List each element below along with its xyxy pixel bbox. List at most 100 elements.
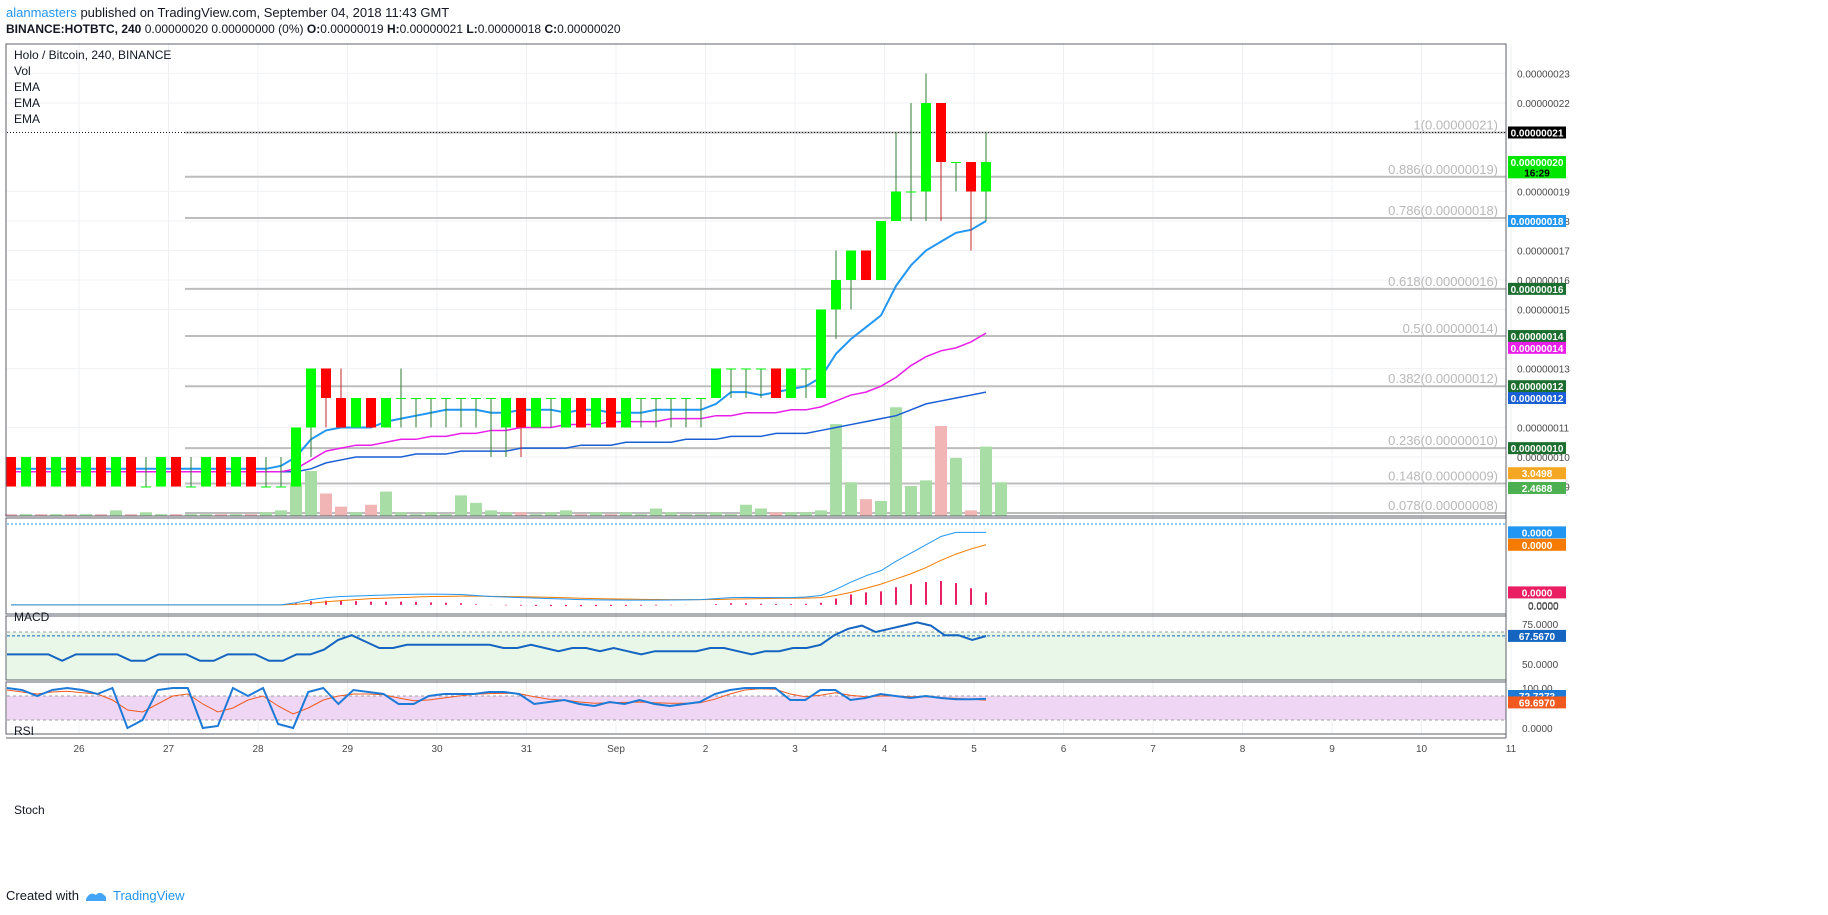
- volume-bar: [140, 512, 152, 516]
- candle-body: [741, 368, 751, 370]
- time-tick-label: 27: [163, 744, 175, 755]
- candle-body: [396, 398, 406, 399]
- candle-body: [216, 457, 226, 487]
- price-tag: 0.00000012: [1511, 382, 1564, 393]
- price-tag: 2.4688: [1522, 484, 1553, 495]
- candle-body: [126, 457, 136, 487]
- volume-bar: [335, 506, 347, 516]
- close-label: C:: [544, 22, 558, 36]
- candle-body: [621, 398, 631, 428]
- volume-bar: [320, 493, 332, 516]
- time-tick-label: 29: [342, 744, 354, 755]
- price-tag: 3.0498: [1522, 469, 1553, 480]
- time-tick-label: 28: [252, 744, 264, 755]
- volume-bar: [620, 512, 632, 516]
- candle-body: [651, 398, 661, 399]
- time-tick-label: 6: [1061, 744, 1067, 755]
- fib-label-3: 0.618(0.00000016): [1388, 274, 1498, 289]
- candle-body: [726, 368, 736, 370]
- low-label: L:: [466, 22, 478, 36]
- price-tag: 0.00000021: [1511, 129, 1564, 140]
- volume-bar: [500, 512, 512, 516]
- rsi-tick-label: 75.0000: [1522, 620, 1559, 631]
- time-tick-label: 26: [73, 744, 85, 755]
- volume-bar: [275, 510, 287, 516]
- volume-bar: [365, 504, 377, 516]
- symbol-label: BINANCE:HOTBTC, 240: [6, 22, 142, 36]
- volume-bar: [935, 426, 947, 516]
- price-tick-label: 0.00000019: [1517, 188, 1570, 199]
- price-tag: 0.00000014: [1511, 332, 1564, 343]
- volume-bar: [995, 482, 1007, 516]
- low-value: 0.00000018: [477, 22, 542, 36]
- fib-label-8: 0.078(0.00000008): [1388, 498, 1498, 513]
- fib-label-2: 0.786(0.00000018): [1388, 203, 1498, 218]
- volume-bar: [785, 512, 797, 516]
- volume-bar: [485, 510, 497, 516]
- macd-signal-tag: 0.0000: [1522, 541, 1553, 552]
- price-tag: 0.00000016: [1511, 285, 1564, 296]
- candle-body: [501, 398, 511, 428]
- volume-bar: [710, 512, 722, 516]
- fib-label-7: 0.148(0.00000009): [1388, 469, 1498, 484]
- volume-bar: [980, 446, 992, 516]
- rsi-label: RSI: [14, 724, 34, 738]
- chart-canvas[interactable]: 1(0.00000021) 0.886(0.00000019) 0.786(0.00…: [0, 42, 1828, 884]
- volume-bar: [770, 512, 782, 516]
- fib-label-1: 0.886(0.00000019): [1388, 162, 1498, 177]
- candle-body: [516, 398, 526, 428]
- footer: Created with TradingView: [6, 888, 185, 903]
- open-label: O:: [306, 22, 321, 36]
- candle-body: [951, 162, 961, 163]
- author-link[interactable]: alanmasters: [6, 5, 77, 20]
- time-tick-label: 11: [1506, 744, 1517, 755]
- candle-body: [666, 398, 676, 399]
- volume-bar: [650, 508, 662, 516]
- volume-bar: [560, 510, 572, 516]
- candle-body: [801, 368, 811, 370]
- high-value: 0.00000021: [399, 22, 464, 36]
- time-tick-label: 2: [703, 744, 709, 755]
- macd-label: MACD: [14, 610, 50, 624]
- candle-body: [831, 280, 841, 310]
- price-tick-label: 0.00000013: [1517, 365, 1570, 376]
- candle-body: [861, 250, 871, 280]
- tradingview-logo-icon: [85, 892, 106, 901]
- price-tick-label: 0.00000017: [1517, 247, 1570, 258]
- pane-border-1: [5, 517, 1507, 615]
- volume-bar: [290, 482, 302, 516]
- candle-body: [681, 398, 691, 399]
- candle-body: [66, 457, 76, 487]
- candle-body: [246, 457, 256, 487]
- time-tick-label: 5: [971, 744, 977, 755]
- price-tag: 16:29: [1524, 168, 1550, 179]
- time-tick-label: 3: [792, 744, 798, 755]
- candle-body: [456, 398, 466, 399]
- candle-body: [771, 368, 781, 398]
- candle-body: [36, 457, 46, 487]
- price-tick-label: 0.00000015: [1517, 306, 1570, 317]
- volume-bar: [740, 504, 752, 516]
- stoch-d-tag: 69.6970: [1519, 698, 1556, 709]
- price-tick-label: 0.00000011: [1517, 424, 1570, 435]
- stoch-pane: [6, 686, 1506, 730]
- candle-body: [591, 398, 601, 428]
- volume-bar: [545, 512, 557, 516]
- candle-body: [786, 368, 796, 398]
- price-tag: 0.00000018: [1511, 217, 1564, 228]
- candle-body: [306, 368, 316, 428]
- time-tick-label: Sep: [607, 744, 625, 755]
- volume-bar: [665, 512, 677, 516]
- fib-label-0: 1(0.00000021): [1413, 118, 1498, 133]
- volume-bar: [815, 510, 827, 516]
- volume-bar: [860, 499, 872, 516]
- price-tag: 0.00000012: [1511, 394, 1564, 405]
- candle-body: [366, 398, 376, 428]
- tradingview-link[interactable]: TradingView: [113, 888, 185, 903]
- candle-body: [381, 398, 391, 428]
- publish-line: alanmasters published on TradingView.com…: [6, 5, 449, 20]
- fib-retracement: 1(0.00000021) 0.886(0.00000019) 0.786(0.00…: [7, 118, 1506, 515]
- ohlc-line: BINANCE:HOTBTC, 240 0.00000020 0.0000000…: [6, 22, 621, 36]
- candle-body: [171, 457, 181, 487]
- volume-bar: [470, 502, 482, 516]
